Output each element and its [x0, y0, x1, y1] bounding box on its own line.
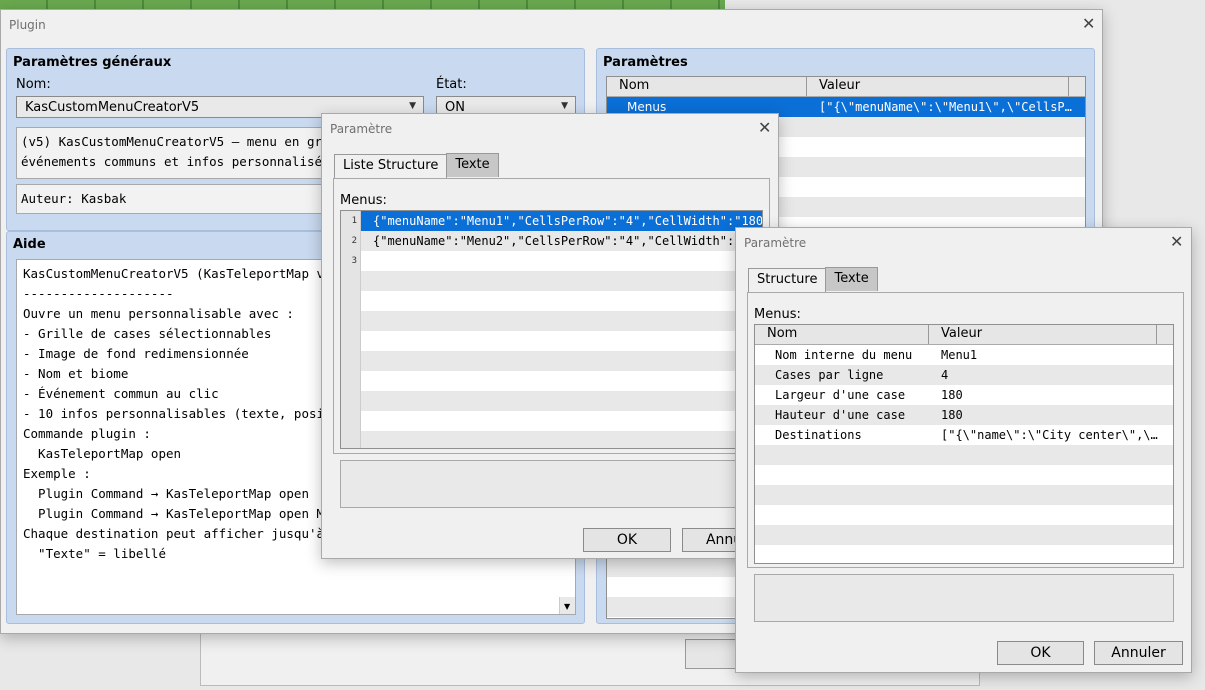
line-number: 2 [351, 236, 357, 246]
list-item[interactable] [361, 411, 762, 431]
dialog-title: Paramètre [744, 236, 807, 250]
menus-label: Menus: [754, 307, 801, 322]
field-value: Menu1 [941, 348, 978, 362]
table-row[interactable]: Nom interne du menu Menu1 [755, 345, 1173, 365]
ok-button[interactable]: OK [997, 641, 1084, 665]
column-header-value[interactable]: Valeur [929, 325, 1157, 344]
dialog1-tab-body: Menus: 1 2 3 {"menuName":"Menu1","CellsPer… [333, 178, 770, 454]
chevron-down-icon: ▼ [564, 602, 571, 611]
table-row[interactable]: Largeur d'une case 180 [755, 385, 1173, 405]
tab-text[interactable]: Texte [825, 267, 878, 291]
table-row[interactable] [755, 465, 1173, 485]
table-row[interactable] [755, 505, 1173, 525]
parameter-dialog-list: Paramètre ✕ Liste Structure Texte Menus:… [321, 113, 779, 559]
field-value: ["{\"name\":\"City center\",\… [941, 428, 1158, 442]
field-name: Largeur d'une case [775, 388, 906, 402]
ok-button[interactable]: OK [583, 528, 671, 552]
list-item[interactable] [361, 351, 762, 371]
column-header-name[interactable]: Nom [755, 325, 929, 344]
menus-lines: {"menuName":"Menu1","CellsPerRow":"4","C… [361, 211, 762, 448]
list-item[interactable] [361, 251, 762, 271]
line-number: 3 [351, 256, 357, 266]
tab-list-structure[interactable]: Liste Structure [334, 154, 448, 178]
tab-structure[interactable]: Structure [748, 268, 827, 292]
table-row[interactable] [755, 545, 1173, 563]
list-item[interactable]: {"menuName":"Menu2","CellsPerRow":"4","C… [361, 231, 762, 251]
column-header-value[interactable]: Valeur [807, 77, 1069, 96]
close-icon[interactable]: ✕ [1170, 234, 1183, 250]
table-row[interactable] [755, 525, 1173, 545]
dialog2-tab-body: Menus: Nom Valeur Nom interne du menu Men… [747, 292, 1184, 568]
dialog-title: Paramètre [330, 122, 393, 136]
close-icon[interactable]: ✕ [1082, 16, 1095, 32]
list-item-text: {"menuName":"Menu2","CellsPerRow":"4","C… [373, 234, 756, 248]
list-item-text: {"menuName":"Menu1","CellsPerRow":"4","C… [373, 214, 762, 228]
list-item[interactable] [361, 271, 762, 291]
field-name: Destinations [775, 428, 862, 442]
close-icon[interactable]: ✕ [758, 120, 771, 136]
line-number: 1 [351, 216, 357, 226]
field-value: 180 [941, 388, 963, 402]
tab-text[interactable]: Texte [446, 153, 499, 177]
general-params-title: Paramètres généraux [13, 55, 172, 70]
dialog2-description-box [754, 574, 1174, 622]
list-item[interactable]: {"menuName":"Menu1","CellsPerRow":"4","C… [361, 211, 762, 231]
table-row[interactable]: Cases par ligne 4 [755, 365, 1173, 385]
state-label: État: [436, 77, 467, 92]
column-header-name[interactable]: Nom [607, 77, 807, 96]
scroll-down-button[interactable]: ▼ [559, 597, 575, 614]
plugin-name-value: KasCustomMenuCreatorV5 [25, 100, 200, 115]
list-item[interactable] [361, 391, 762, 411]
parameter-dialog-structure: Paramètre ✕ Structure Texte Menus: Nom V… [735, 227, 1192, 673]
list-item[interactable] [361, 431, 762, 448]
field-value: 180 [941, 408, 963, 422]
list-item[interactable] [361, 331, 762, 351]
field-name: Cases par ligne [775, 368, 884, 382]
dialog1-description-box [340, 460, 770, 508]
menus-label: Menus: [340, 193, 387, 208]
plugin-window-title: Plugin [9, 18, 46, 32]
line-gutter: 1 2 3 [341, 211, 361, 448]
chevron-down-icon: ▼ [409, 101, 416, 111]
table-row[interactable] [755, 485, 1173, 505]
params-title: Paramètres [603, 55, 688, 70]
dialog2-tabs: Structure Texte [748, 267, 878, 292]
list-item[interactable] [361, 291, 762, 311]
table-row[interactable]: Destinations ["{\"name\":\"City center\",… [755, 425, 1173, 445]
param-value: ["{\"menuName\":\"Menu1\",\"CellsP… [819, 100, 1072, 114]
list-item[interactable] [361, 311, 762, 331]
table-row[interactable] [755, 445, 1173, 465]
name-label: Nom: [16, 77, 51, 92]
help-title: Aide [13, 237, 46, 252]
field-value: 4 [941, 368, 949, 382]
chevron-down-icon: ▼ [561, 101, 568, 111]
list-item[interactable] [361, 371, 762, 391]
cancel-button[interactable]: Annuler [1094, 641, 1183, 665]
dialog1-tabs: Liste Structure Texte [334, 153, 499, 178]
structure-grid-header: Nom Valeur [755, 325, 1173, 345]
table-row[interactable]: Hauteur d'une case 180 [755, 405, 1173, 425]
params-grid-header: Nom Valeur [607, 77, 1085, 97]
field-name: Nom interne du menu [775, 348, 913, 362]
menus-list: 1 2 3 {"menuName":"Menu1","CellsPerRow":"4… [340, 210, 763, 449]
structure-rows: Nom interne du menu Menu1 Cases par ligne 4… [755, 345, 1173, 563]
field-name: Hauteur d'une case [775, 408, 906, 422]
list-item-text [361, 251, 373, 271]
structure-grid: Nom Valeur Nom interne du menu Menu1 Cases… [754, 324, 1174, 564]
